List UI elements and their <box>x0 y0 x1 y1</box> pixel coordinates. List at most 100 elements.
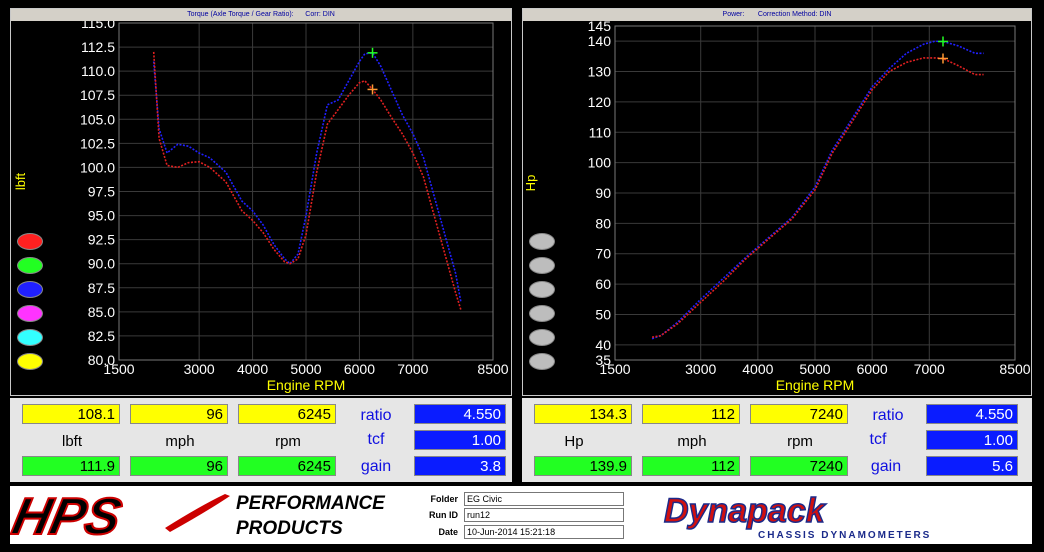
y-tick-label: 95.0 <box>88 208 115 224</box>
run-swatch-inactive[interactable] <box>529 257 555 274</box>
logo-swoosh <box>165 494 230 532</box>
y-tick-label: 145 <box>588 21 612 34</box>
gain-value: 3.8 <box>414 456 506 476</box>
footer: HPS PERFORMANCE PRODUCTS Folder EG Civic… <box>10 486 1032 544</box>
x-tick-label: 5000 <box>799 361 830 377</box>
power-peak-rpm: 7240 <box>750 456 848 476</box>
torque-peak-rpm: 6245 <box>238 456 336 476</box>
y-tick-label: 102.5 <box>80 135 115 151</box>
run-swatch[interactable] <box>17 281 43 298</box>
y-tick-label: 80 <box>595 215 611 231</box>
ratio-label: ratio <box>360 407 392 424</box>
gain-label: gain <box>870 458 902 475</box>
x-tick-label: 7000 <box>397 361 428 377</box>
power-current-mph: 112 <box>642 404 740 424</box>
tcf-value: 1.00 <box>414 430 506 450</box>
torque-current-mph: 96 <box>130 404 228 424</box>
y-axis-label: lbft <box>13 172 28 190</box>
tcf-label: tcf <box>367 431 385 448</box>
date-label: Date <box>438 527 458 537</box>
y-tick-label: 112.5 <box>81 39 115 55</box>
y-tick-label: 115.0 <box>81 21 115 31</box>
y-tick-label: 120 <box>588 94 612 110</box>
runid-value: run12 <box>464 508 624 522</box>
torque-current-value: 108.1 <box>22 404 120 424</box>
y-tick-label: 130 <box>588 64 612 80</box>
y-tick-label: 110 <box>589 124 612 140</box>
y-tick-label: 82.5 <box>88 328 115 344</box>
y-tick-label: 110.0 <box>81 63 115 79</box>
torque-chart-title: Torque (Axle Torque / Gear Ratio): Corr:… <box>11 9 511 21</box>
power-panel: Power: Correction Method: DIN 1500 3000 40… <box>522 8 1032 396</box>
x-tick-label: 6000 <box>344 361 375 377</box>
run-swatch-inactive[interactable] <box>529 353 555 370</box>
run-swatch[interactable] <box>17 353 43 370</box>
run-swatch-inactive[interactable] <box>529 233 555 250</box>
run-swatch-inactive[interactable] <box>529 281 555 298</box>
power-chart: 1500 3000 4000 5000 6000 7000 8500354050607080… <box>523 21 1031 393</box>
y-tick-label: 70 <box>595 246 611 262</box>
x-tick-label: 5000 <box>290 361 321 377</box>
hps-logo: HPS PERFORMANCE PRODUCTS <box>10 487 386 544</box>
run-swatch-inactive[interactable] <box>529 329 555 346</box>
mph-unit-label: mph <box>165 433 195 450</box>
y-tick-label: 140 <box>588 33 612 49</box>
y-tick-label: 40 <box>595 337 611 353</box>
y-tick-label: 90 <box>595 185 611 201</box>
x-tick-label: 4000 <box>237 361 268 377</box>
x-tick-label: 6000 <box>857 361 888 377</box>
mph-unit-label: mph <box>677 433 707 450</box>
torque-panel: Torque (Axle Torque / Gear Ratio): Corr:… <box>10 8 512 396</box>
dynapack-subtitle: CHASSIS DYNAMOMETERS <box>758 530 931 541</box>
gain-label: gain <box>360 458 392 475</box>
tagline-products: PRODUCTS <box>236 518 343 539</box>
y-tick-label: 100.0 <box>80 159 115 175</box>
y-tick-label: 97.5 <box>88 184 115 200</box>
run-swatch[interactable] <box>17 257 43 274</box>
torque-unit-label: lbft <box>61 433 82 450</box>
rpm-unit-label: rpm <box>275 433 301 450</box>
x-tick-label: 8500 <box>999 361 1030 377</box>
tcf-value: 1.00 <box>926 430 1018 450</box>
power-readout: 134.3 112 7240 Hp mph rpm 139.9 112 7240… <box>522 398 1032 482</box>
x-axis-label: Engine RPM <box>776 377 855 393</box>
ratio-value: 4.550 <box>926 404 1018 424</box>
torque-readout: 108.1 96 6245 lbft mph rpm 111.9 96 6245… <box>10 398 512 482</box>
date-value: 10-Jun-2014 15:21:18 <box>464 525 624 539</box>
series-line-blue <box>152 51 462 303</box>
y-tick-label: 85.0 <box>88 304 115 320</box>
x-tick-label: 8500 <box>477 361 508 377</box>
y-tick-label: 80.0 <box>88 352 115 368</box>
y-axis-label: Hp <box>523 175 538 192</box>
folder-value: EG Civic <box>464 492 624 506</box>
run-swatch-inactive[interactable] <box>529 305 555 322</box>
dynapack-logo-text: Dynapack <box>664 492 827 530</box>
power-unit-label: Hp <box>564 433 584 450</box>
y-tick-label: 90.0 <box>88 256 115 272</box>
tcf-label: tcf <box>869 431 887 448</box>
dynapack-logo: Dynapack CHASSIS DYNAMOMETERS <box>663 491 931 541</box>
power-current-rpm: 7240 <box>750 404 848 424</box>
power-current-value: 134.3 <box>534 404 632 424</box>
x-axis-label: Engine RPM <box>267 377 346 393</box>
x-tick-label: 7000 <box>914 361 945 377</box>
run-swatch[interactable] <box>17 305 43 322</box>
run-swatch[interactable] <box>17 329 43 346</box>
y-tick-label: 35 <box>595 352 611 368</box>
y-tick-label: 60 <box>595 276 611 292</box>
power-peak-mph: 112 <box>642 456 740 476</box>
y-tick-label: 107.5 <box>80 87 115 103</box>
tagline-performance: PERFORMANCE <box>236 493 386 514</box>
rpm-unit-label: rpm <box>787 433 813 450</box>
x-tick-label: 3000 <box>184 361 215 377</box>
torque-chart: 1500 3000 4000 5000 6000 7000 850080.082.585.0… <box>13 21 509 393</box>
x-tick-label: 4000 <box>742 361 773 377</box>
gain-value: 5.6 <box>926 456 1018 476</box>
runid-label: Run ID <box>429 510 458 520</box>
folder-label: Folder <box>430 494 458 504</box>
y-tick-label: 50 <box>595 306 611 322</box>
ratio-value: 4.550 <box>414 404 506 424</box>
hps-logo-text: HPS <box>10 488 127 544</box>
run-swatch[interactable] <box>17 233 43 250</box>
y-tick-label: 92.5 <box>88 232 115 248</box>
